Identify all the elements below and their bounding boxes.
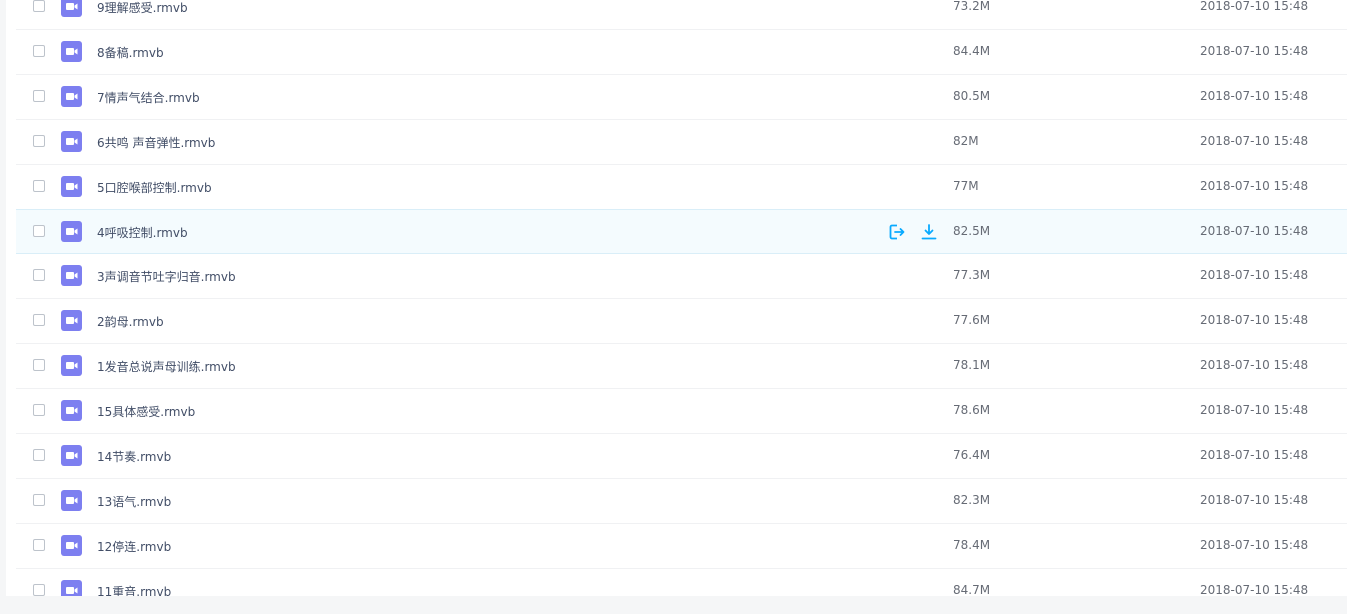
video-file-icon bbox=[61, 265, 82, 286]
file-size: 82M bbox=[953, 134, 979, 148]
file-row[interactable]: 4呼吸控制.rmvb 82.5M 2018-07-10 15:48 bbox=[16, 209, 1347, 254]
file-size: 77.3M bbox=[953, 268, 991, 282]
file-modified-date: 2018-07-10 15:48 bbox=[1200, 224, 1309, 238]
video-file-icon bbox=[61, 580, 82, 596]
file-list-panel: 9理解感受.rmvb 73.2M 2018-07-10 15:48 8备稿.rmvb 8… bbox=[6, 0, 1347, 596]
row-checkbox[interactable] bbox=[33, 135, 45, 147]
row-checkbox[interactable] bbox=[33, 225, 45, 237]
file-row[interactable]: 11重音.rmvb 84.7M 2018-07-10 15:48 bbox=[16, 569, 1347, 596]
file-name[interactable]: 5口腔喉部控制.rmvb bbox=[97, 179, 212, 196]
file-name[interactable]: 13语气.rmvb bbox=[97, 493, 171, 510]
video-file-icon bbox=[61, 86, 82, 107]
file-name[interactable]: 4呼吸控制.rmvb bbox=[97, 224, 188, 241]
file-list: 9理解感受.rmvb 73.2M 2018-07-10 15:48 8备稿.rmvb 8… bbox=[16, 0, 1347, 596]
file-size: 77.6M bbox=[953, 313, 991, 327]
file-row[interactable]: 8备稿.rmvb 84.4M 2018-07-10 15:48 bbox=[16, 30, 1347, 75]
row-checkbox[interactable] bbox=[33, 494, 45, 506]
video-file-icon bbox=[61, 0, 82, 17]
video-file-icon bbox=[61, 355, 82, 376]
file-row[interactable]: 13语气.rmvb 82.3M 2018-07-10 15:48 bbox=[16, 479, 1347, 524]
file-modified-date: 2018-07-10 15:48 bbox=[1200, 538, 1309, 552]
row-checkbox[interactable] bbox=[33, 269, 45, 281]
file-modified-date: 2018-07-10 15:48 bbox=[1200, 493, 1309, 507]
file-size: 84.7M bbox=[953, 583, 991, 596]
file-name[interactable]: 1发音总说声母训练.rmvb bbox=[97, 358, 236, 375]
file-name[interactable]: 15具体感受.rmvb bbox=[97, 403, 195, 420]
video-file-icon bbox=[61, 400, 82, 421]
file-name[interactable]: 8备稿.rmvb bbox=[97, 44, 164, 61]
file-size: 77M bbox=[953, 179, 979, 193]
file-row[interactable]: 14节奏.rmvb 76.4M 2018-07-10 15:48 bbox=[16, 434, 1347, 479]
row-checkbox[interactable] bbox=[33, 0, 45, 12]
file-name[interactable]: 6共鸣 声音弹性.rmvb bbox=[97, 134, 215, 151]
file-row[interactable]: 1发音总说声母训练.rmvb 78.1M 2018-07-10 15:48 bbox=[16, 344, 1347, 389]
video-file-icon bbox=[61, 535, 82, 556]
file-modified-date: 2018-07-10 15:48 bbox=[1200, 358, 1309, 372]
video-file-icon bbox=[61, 131, 82, 152]
row-checkbox[interactable] bbox=[33, 45, 45, 57]
video-file-icon bbox=[61, 490, 82, 511]
file-name[interactable]: 14节奏.rmvb bbox=[97, 448, 171, 465]
file-row[interactable]: 2韵母.rmvb 77.6M 2018-07-10 15:48 bbox=[16, 299, 1347, 344]
file-size: 76.4M bbox=[953, 448, 991, 462]
file-size: 73.2M bbox=[953, 0, 991, 13]
file-size: 80.5M bbox=[953, 89, 991, 103]
file-name[interactable]: 9理解感受.rmvb bbox=[97, 0, 188, 16]
file-row[interactable]: 3声调音节吐字归音.rmvb 77.3M 2018-07-10 15:48 bbox=[16, 254, 1347, 299]
file-size: 78.4M bbox=[953, 538, 991, 552]
file-modified-date: 2018-07-10 15:48 bbox=[1200, 313, 1309, 327]
file-modified-date: 2018-07-10 15:48 bbox=[1200, 448, 1309, 462]
file-name[interactable]: 7情声气结合.rmvb bbox=[97, 89, 200, 106]
file-modified-date: 2018-07-10 15:48 bbox=[1200, 0, 1309, 13]
file-row[interactable]: 9理解感受.rmvb 73.2M 2018-07-10 15:48 bbox=[16, 0, 1347, 30]
file-size: 82.3M bbox=[953, 493, 991, 507]
file-modified-date: 2018-07-10 15:48 bbox=[1200, 403, 1309, 417]
video-file-icon bbox=[61, 310, 82, 331]
row-checkbox[interactable] bbox=[33, 314, 45, 326]
video-file-icon bbox=[61, 445, 82, 466]
file-row[interactable]: 6共鸣 声音弹性.rmvb 82M 2018-07-10 15:48 bbox=[16, 120, 1347, 165]
file-name[interactable]: 3声调音节吐字归音.rmvb bbox=[97, 268, 236, 285]
share-icon[interactable] bbox=[888, 223, 906, 241]
file-row[interactable]: 7情声气结合.rmvb 80.5M 2018-07-10 15:48 bbox=[16, 75, 1347, 120]
file-size: 82.5M bbox=[953, 224, 991, 238]
file-modified-date: 2018-07-10 15:48 bbox=[1200, 268, 1309, 282]
file-name[interactable]: 2韵母.rmvb bbox=[97, 313, 164, 330]
video-file-icon bbox=[61, 41, 82, 62]
video-file-icon bbox=[61, 221, 82, 242]
file-modified-date: 2018-07-10 15:48 bbox=[1200, 583, 1309, 596]
row-checkbox[interactable] bbox=[33, 180, 45, 192]
file-name[interactable]: 12停连.rmvb bbox=[97, 538, 171, 555]
file-size: 84.4M bbox=[953, 44, 991, 58]
file-row[interactable]: 15具体感受.rmvb 78.6M 2018-07-10 15:48 bbox=[16, 389, 1347, 434]
row-checkbox[interactable] bbox=[33, 404, 45, 416]
file-name[interactable]: 11重音.rmvb bbox=[97, 583, 171, 596]
row-checkbox[interactable] bbox=[33, 90, 45, 102]
video-file-icon bbox=[61, 176, 82, 197]
download-icon[interactable] bbox=[920, 223, 938, 241]
file-size: 78.6M bbox=[953, 403, 991, 417]
file-modified-date: 2018-07-10 15:48 bbox=[1200, 44, 1309, 58]
row-checkbox[interactable] bbox=[33, 449, 45, 461]
row-checkbox[interactable] bbox=[33, 584, 45, 596]
row-checkbox[interactable] bbox=[33, 539, 45, 551]
file-modified-date: 2018-07-10 15:48 bbox=[1200, 179, 1309, 193]
file-modified-date: 2018-07-10 15:48 bbox=[1200, 89, 1309, 103]
file-modified-date: 2018-07-10 15:48 bbox=[1200, 134, 1309, 148]
file-size: 78.1M bbox=[953, 358, 991, 372]
file-row[interactable]: 12停连.rmvb 78.4M 2018-07-10 15:48 bbox=[16, 524, 1347, 569]
file-row[interactable]: 5口腔喉部控制.rmvb 77M 2018-07-10 15:48 bbox=[16, 165, 1347, 210]
row-actions bbox=[888, 223, 938, 243]
row-checkbox[interactable] bbox=[33, 359, 45, 371]
